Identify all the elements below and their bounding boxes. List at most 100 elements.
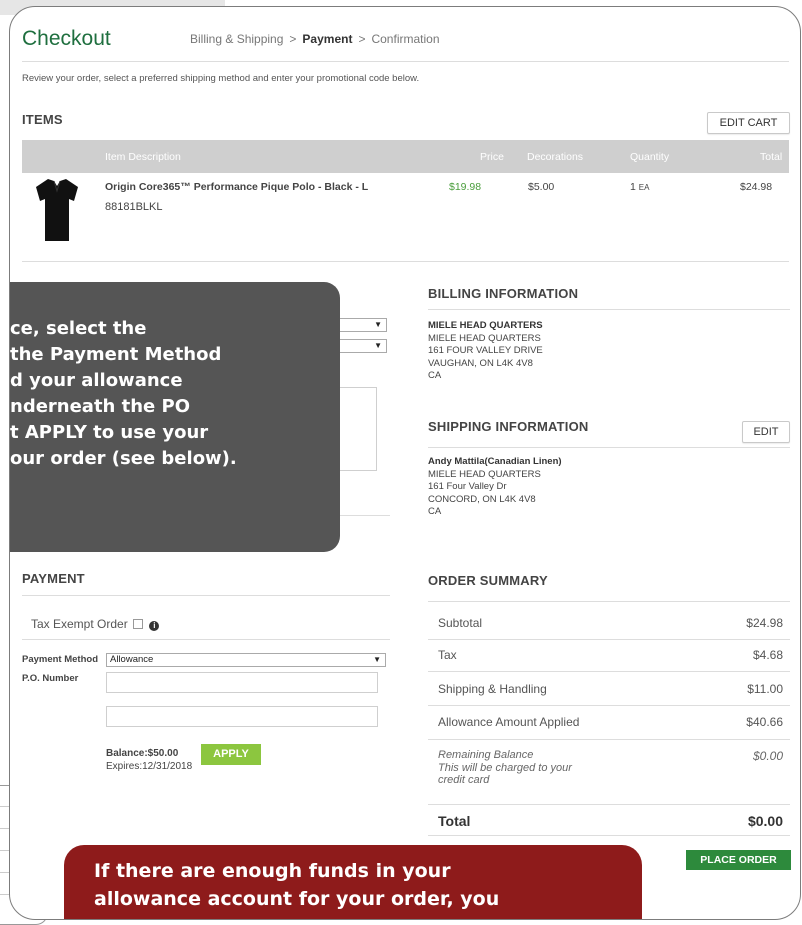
po-number-label: P.O. Number <box>22 673 79 684</box>
page-title: Checkout <box>22 27 111 50</box>
callout-line: allowance account for your order, you <box>94 888 500 910</box>
header-divider <box>22 61 789 62</box>
tax-exempt-checkbox[interactable] <box>133 619 144 629</box>
tax-exempt-row: Tax Exempt Order i <box>31 617 160 631</box>
po-number-secondary-input[interactable] <box>106 706 378 727</box>
summary-divider <box>428 601 790 602</box>
column-header-description: Item Description <box>105 151 181 163</box>
summary-divider <box>428 835 790 836</box>
remaining-balance-label: Remaining Balance <box>438 749 534 761</box>
callout-apply-emphasis: APPLY <box>24 422 87 443</box>
callout-line: If there are enough funds in your <box>94 860 451 882</box>
remaining-balance-note: credit card <box>438 774 490 786</box>
payment-heading: PAYMENT <box>22 571 85 586</box>
place-order-button[interactable]: PLACE ORDER <box>686 850 791 870</box>
billing-line: MIELE HEAD QUARTERS <box>428 332 541 344</box>
remaining-balance-value: $0.00 <box>752 749 783 763</box>
payment-method-value: Allowance <box>110 654 154 665</box>
summary-value-subtotal: $24.98 <box>746 616 783 630</box>
summary-value-allowance: $40.66 <box>746 715 783 729</box>
item-quantity: 1 EA <box>630 181 649 193</box>
breadcrumb-step-billing[interactable]: Billing & Shipping <box>190 32 283 46</box>
chevron-down-icon: ▼ <box>374 341 382 350</box>
item-total: $24.98 <box>740 181 773 193</box>
breadcrumb-separator: > <box>358 32 366 46</box>
shipping-divider <box>428 447 790 448</box>
intro-text: Review your order, select a preferred sh… <box>22 73 420 84</box>
instruction-callout-payment: ce, select the the Payment Method d your… <box>10 282 340 552</box>
item-quantity-unit: EA <box>638 183 650 192</box>
column-header-total: Total <box>760 151 783 163</box>
po-number-input[interactable] <box>106 672 378 693</box>
remaining-balance-note: This will be charged to your <box>438 761 572 774</box>
breadcrumb: Billing & Shipping > Payment > Confirmation <box>190 32 440 46</box>
callout-text: to use your <box>86 422 209 443</box>
callout-line: our order (see below). <box>10 448 237 469</box>
billing-line: VAUGHAN, ON L4K 4V8 <box>428 357 533 369</box>
column-header-price: Price <box>480 151 504 163</box>
shipping-address: Andy Mattila(Canadian Linen) MIELE HEAD … <box>428 456 562 519</box>
callout-line: nderneath the PO <box>10 396 191 417</box>
payment-method-label: Payment Method <box>22 654 99 665</box>
tax-divider <box>22 639 390 640</box>
allowance-expiry: Expires:12/31/2018 <box>106 761 193 772</box>
summary-label-shipping: Shipping & Handling <box>438 682 547 696</box>
breadcrumb-step-payment: Payment <box>302 32 353 46</box>
summary-divider <box>428 639 790 640</box>
item-price: $19.98 <box>449 181 482 193</box>
item-quantity-value: 1 <box>630 181 636 193</box>
allowance-balance: Balance:$50.00 <box>106 748 179 759</box>
tax-exempt-label: Tax Exempt Order <box>31 617 128 631</box>
chevron-down-icon: ▼ <box>374 320 382 329</box>
summary-divider <box>428 804 790 805</box>
column-header-quantity: Quantity <box>630 151 670 163</box>
remaining-balance-block: Remaining Balance This will be charged t… <box>438 749 572 787</box>
items-table-header: Item Description Price Decorations Quant… <box>22 140 789 173</box>
polo-shirt-thumbnail <box>36 179 78 241</box>
breadcrumb-separator: > <box>289 32 297 46</box>
summary-label-subtotal: Subtotal <box>438 616 483 630</box>
apply-button[interactable]: APPLY <box>201 744 261 765</box>
callout-line: d your allowance <box>10 370 183 391</box>
billing-line: 161 FOUR VALLEY DRIVE <box>428 345 543 356</box>
shipping-line: CONCORD, ON L4K 4V8 <box>428 493 536 505</box>
callout-line: t APPLY to use your <box>10 420 340 446</box>
instruction-callout-funds: If there are enough funds in your allowa… <box>64 845 642 919</box>
summary-label-allowance: Allowance Amount Applied <box>438 715 580 729</box>
info-icon[interactable]: i <box>149 621 160 631</box>
total-label: Total <box>438 813 471 829</box>
shipping-line: 161 Four Valley Dr <box>428 481 507 492</box>
item-description[interactable]: Origin Core365™ Performance Pique Polo -… <box>105 181 368 193</box>
column-header-decorations: Decorations <box>527 151 584 163</box>
items-divider <box>22 261 789 262</box>
summary-value-shipping: $11.00 <box>747 682 783 696</box>
summary-divider <box>428 671 790 672</box>
breadcrumb-step-confirmation: Confirmation <box>371 32 440 46</box>
summary-divider <box>428 739 790 740</box>
shipping-heading: SHIPPING INFORMATION <box>428 419 589 434</box>
callout-line: the Payment Method <box>10 344 222 365</box>
shipping-line: MIELE HEAD QUARTERS <box>428 468 541 480</box>
shipping-line: Andy Mattila(Canadian Linen) <box>428 456 562 467</box>
summary-value-tax: $4.68 <box>752 648 783 662</box>
summary-divider <box>428 705 790 706</box>
chevron-down-icon: ▼ <box>373 655 381 664</box>
total-value: $0.00 <box>747 813 783 829</box>
item-sku: 88181BLKL <box>105 201 163 213</box>
checkout-card: Checkout Billing & Shipping > Payment > Conf… <box>9 6 801 920</box>
shipping-line: CA <box>428 506 442 517</box>
billing-divider <box>428 309 790 310</box>
order-summary-heading: ORDER SUMMARY <box>428 573 548 588</box>
edit-shipping-button[interactable]: EDIT <box>742 421 790 443</box>
billing-address: MIELE HEAD QUARTERS MIELE HEAD QUARTERS … <box>428 320 543 383</box>
billing-line: CA <box>428 370 442 381</box>
callout-line: ce, select the <box>10 318 147 339</box>
payment-divider <box>22 595 390 596</box>
billing-line: MIELE HEAD QUARTERS <box>428 320 543 331</box>
payment-method-select[interactable]: Allowance ▼ <box>106 653 386 667</box>
billing-heading: BILLING INFORMATION <box>428 286 579 301</box>
edit-cart-button[interactable]: EDIT CART <box>707 112 790 134</box>
callout-text: t <box>10 422 25 443</box>
summary-label-tax: Tax <box>438 648 457 662</box>
items-heading: ITEMS <box>22 112 63 127</box>
